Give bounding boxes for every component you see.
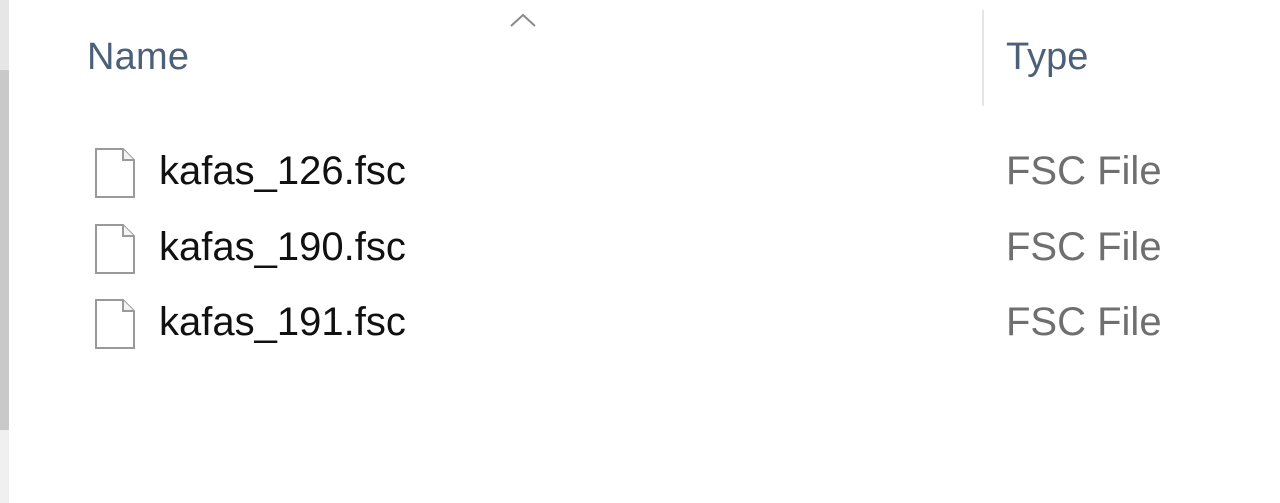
file-row[interactable]: kafas_191.fsc FSC File (80, 286, 1280, 356)
chevron-up-icon[interactable] (509, 12, 537, 28)
file-name[interactable]: kafas_190.fsc (159, 225, 406, 270)
file-row[interactable]: kafas_126.fsc FSC File (80, 135, 1280, 205)
file-explorer-list: Name Type kafas_126.fsc FSC File kafas_1… (0, 0, 1280, 503)
document-icon (95, 224, 135, 274)
file-name[interactable]: kafas_191.fsc (159, 300, 406, 345)
file-type: FSC File (1006, 225, 1162, 269)
file-row[interactable]: kafas_190.fsc FSC File (80, 211, 1280, 281)
document-icon (95, 299, 135, 349)
file-type: FSC File (1006, 300, 1162, 344)
document-icon (95, 148, 135, 198)
file-name[interactable]: kafas_126.fsc (159, 149, 406, 194)
column-header-row: Name Type (0, 0, 1280, 106)
name-column-header[interactable]: Name (87, 36, 189, 79)
file-type: FSC File (1006, 149, 1162, 193)
type-column-header[interactable]: Type (1006, 36, 1088, 79)
column-divider[interactable] (982, 10, 984, 106)
scrollbar-thumb[interactable] (0, 70, 9, 430)
